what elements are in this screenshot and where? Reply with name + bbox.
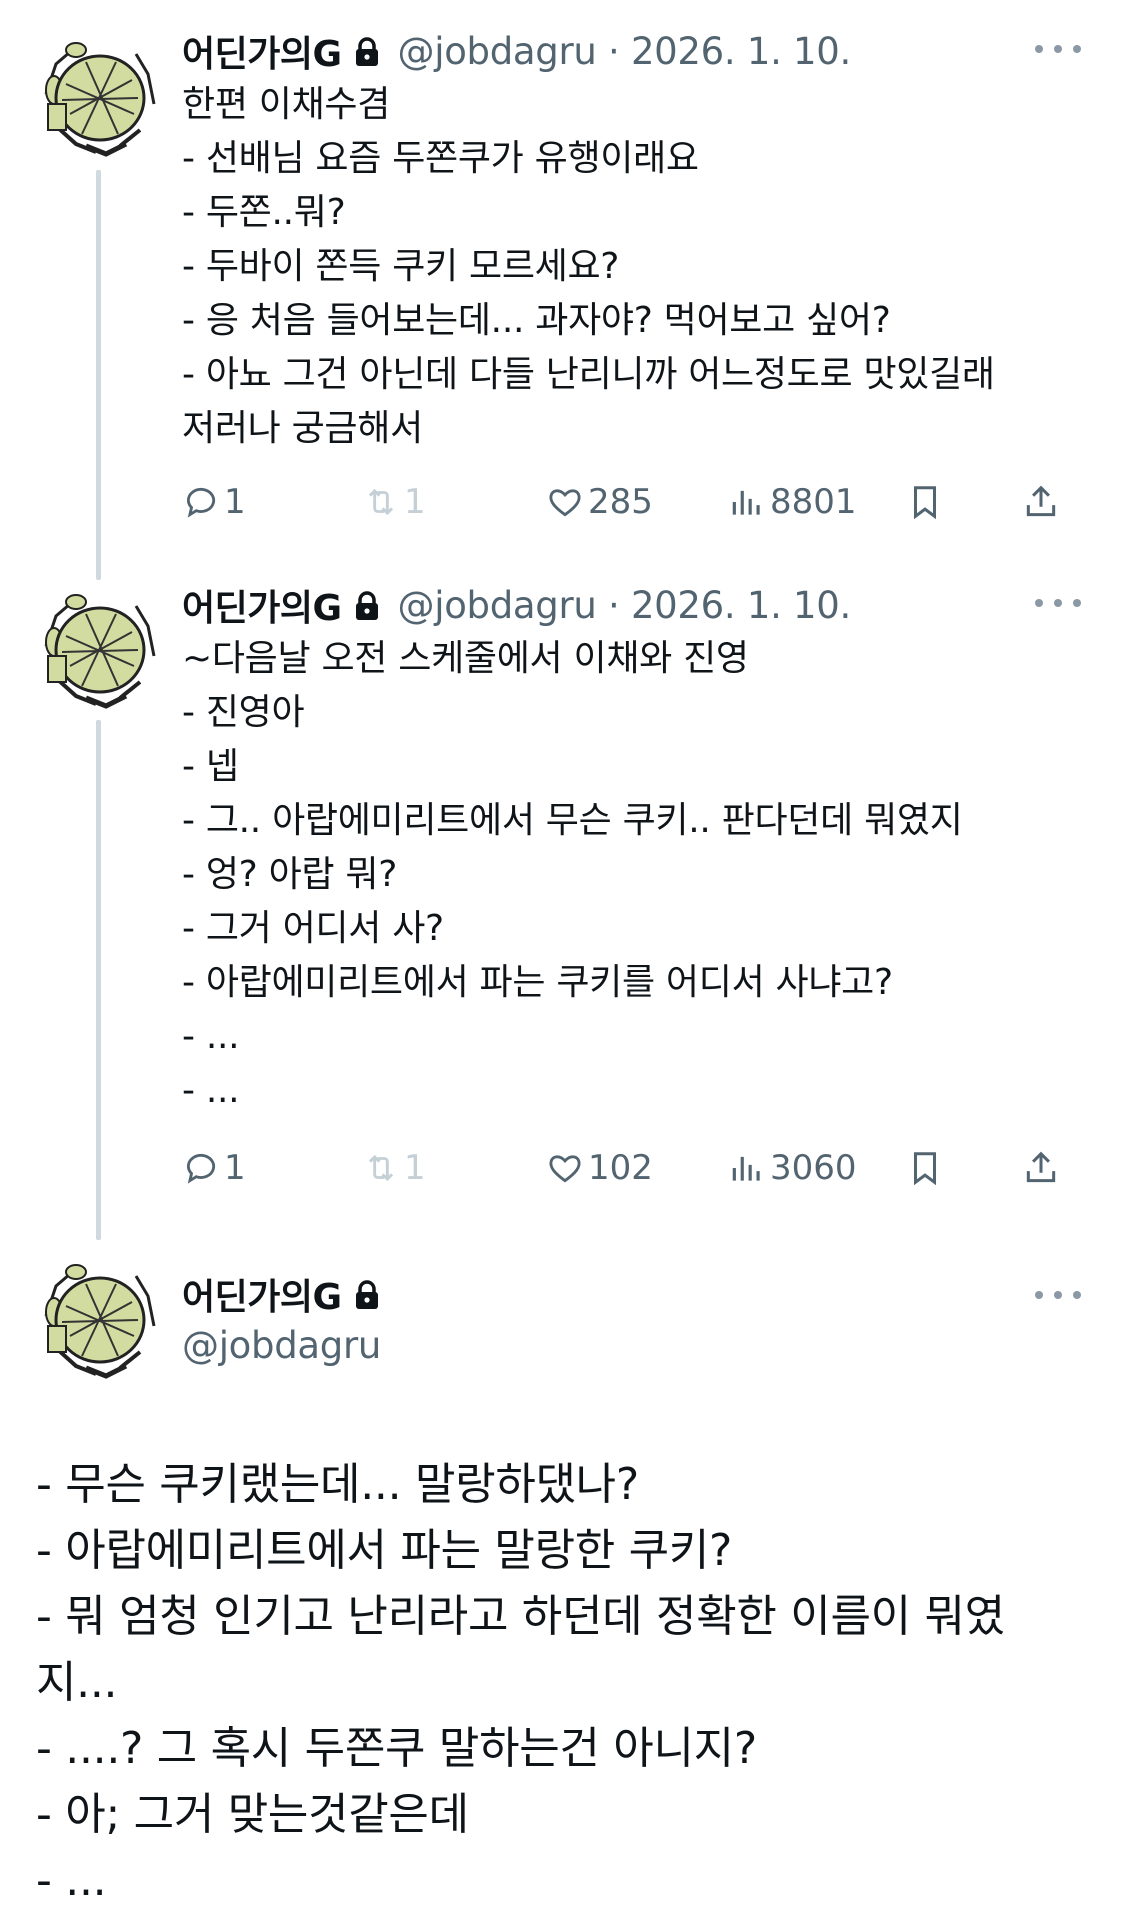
bookmark-icon (913, 1152, 937, 1186)
like-button[interactable]: 102 (546, 1143, 653, 1193)
more-icon[interactable] (1035, 1280, 1081, 1310)
retweet-icon (368, 488, 394, 516)
reply-button[interactable]: 1 (182, 1143, 246, 1193)
heart-icon (549, 489, 581, 517)
tweet-text: ~다음날 오전 스케줄에서 이채와 진영 - 진영아 - 넵 - 그.. 아랍에… (182, 638, 963, 1111)
handle[interactable]: @jobdagru (182, 1320, 1085, 1372)
retweet-count: 1 (404, 482, 426, 522)
retweet-button[interactable]: 1 (362, 477, 426, 527)
avatar[interactable] (36, 1256, 160, 1380)
handle-and-date: @jobdagru · 2026. 1. 10. (398, 583, 852, 627)
reply-button[interactable]: 1 (182, 477, 246, 527)
tweet-text: 한편 이채수겸 - 선배님 요즘 두쫀쿠가 유행이래요 - 두쫀..뭐? - 두… (182, 84, 995, 449)
thread-line (96, 720, 101, 1240)
display-name[interactable]: 어딘가의G (182, 1268, 342, 1320)
separator-dot: · (596, 583, 631, 627)
retweet-icon (368, 1154, 394, 1182)
retweet-button[interactable]: 1 (362, 1143, 426, 1193)
separator-dot: · (596, 29, 631, 73)
views-icon (732, 490, 760, 515)
main-tweet-text: - 무슨 쿠키랬는데... 말랑하댔나? - 아랍에미리트에서 파는 말랑한 쿠… (36, 1459, 1005, 1906)
reply-count: 1 (224, 1148, 246, 1188)
avatar-image (36, 586, 160, 710)
views-count: 8801 (770, 482, 857, 522)
views-button[interactable]: 3060 (728, 1143, 857, 1193)
avatar-image (36, 1256, 160, 1380)
handle[interactable]: @jobdagru (398, 584, 597, 627)
tweet-date[interactable]: 2026. 1. 10. (631, 584, 851, 627)
share-icon (1026, 1151, 1056, 1183)
share-button[interactable] (1022, 477, 1064, 527)
main-tweet-header: 어딘가의G @jobdagru (182, 1268, 1085, 1378)
lock-icon (355, 37, 378, 66)
share-icon (1026, 485, 1056, 517)
heart-icon (549, 1155, 581, 1183)
reply-icon (186, 1153, 216, 1184)
bookmark-button[interactable] (906, 477, 948, 527)
tweet-header: 어딘가의G @jobdagru · 2026. 1. 10. (182, 26, 1085, 76)
tweet-header: 어딘가의G @jobdagru · 2026. 1. 10. (182, 580, 1085, 630)
views-count: 3060 (770, 1148, 857, 1188)
bookmark-icon (913, 486, 937, 520)
thread-line (96, 170, 101, 580)
share-button[interactable] (1022, 1143, 1064, 1193)
tweet-actions: 1 1 102 3060 (182, 1143, 1095, 1193)
handle[interactable]: @jobdagru (398, 30, 597, 73)
display-name[interactable]: 어딘가의G (182, 25, 342, 77)
more-icon[interactable] (1035, 34, 1081, 64)
views-icon (732, 1156, 760, 1181)
lock-icon (355, 1280, 378, 1309)
reply-icon (186, 487, 216, 518)
views-button[interactable]: 8801 (728, 477, 857, 527)
tweet-actions: 1 1 285 8801 (182, 477, 1095, 527)
like-count: 102 (588, 1148, 653, 1188)
lock-icon (355, 591, 378, 620)
avatar[interactable] (36, 34, 160, 158)
more-icon[interactable] (1035, 588, 1081, 618)
like-button[interactable]: 285 (546, 477, 653, 527)
like-count: 285 (588, 482, 653, 522)
avatar-image (36, 34, 160, 158)
retweet-count: 1 (404, 1148, 426, 1188)
display-name[interactable]: 어딘가의G (182, 579, 342, 631)
avatar[interactable] (36, 586, 160, 710)
tweet-date[interactable]: 2026. 1. 10. (631, 30, 851, 73)
reply-count: 1 (224, 482, 246, 522)
bookmark-button[interactable] (906, 1143, 948, 1193)
handle-and-date: @jobdagru · 2026. 1. 10. (398, 29, 852, 73)
